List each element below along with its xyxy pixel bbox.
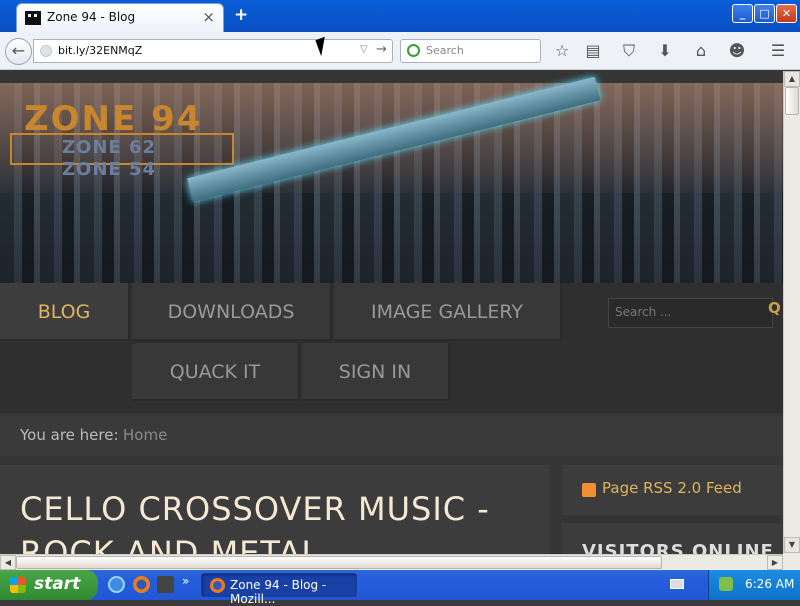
globe-icon <box>40 45 52 57</box>
web-page: ZONE 94 ZONE 62 ZONE 54 BLOG DOWNLOADS I… <box>0 71 783 554</box>
menu-item-quack-it[interactable]: QUACK IT <box>132 343 300 401</box>
home-icon[interactable]: ⌂ <box>689 39 713 63</box>
address-bar[interactable]: bit.ly/32ENMqZ ▽ → <box>33 39 393 63</box>
logo-subtitle-2: ZONE 54 <box>62 159 157 180</box>
back-button[interactable]: ← <box>5 38 32 65</box>
scroll-right-icon[interactable]: ▶ <box>767 555 783 570</box>
main-menu: BLOG DOWNLOADS IMAGE GALLERY QUACK IT SI… <box>0 283 783 413</box>
url-text[interactable]: bit.ly/32ENMqZ <box>58 44 142 57</box>
pocket-icon[interactable]: ⛉ <box>617 39 641 63</box>
new-tab-button[interactable]: + <box>234 5 248 25</box>
horizontal-scrollbar[interactable]: ◀ ▶ <box>0 554 783 570</box>
scrollbar-corner <box>783 554 800 570</box>
scroll-left-icon[interactable]: ◀ <box>0 555 16 570</box>
minimize-button[interactable]: _ <box>732 4 753 23</box>
tray-app-icon[interactable] <box>719 577 733 591</box>
menu-item-downloads[interactable]: DOWNLOADS <box>132 283 332 341</box>
navigation-toolbar: ← bit.ly/32ENMqZ ▽ → Search ☆ ▤ ⛉ ⬇ ⌂ ☻ … <box>0 32 800 70</box>
tab-title: Zone 94 - Blog <box>47 10 136 24</box>
firefox-icon <box>210 578 225 593</box>
scroll-up-icon[interactable]: ▲ <box>784 71 800 87</box>
media-player-icon[interactable] <box>157 576 174 593</box>
breadcrumb-label: You are here: <box>20 426 119 444</box>
article-title[interactable]: CELLO CROSSOVER MUSIC - ROCK AND METAL <box>20 487 540 554</box>
horizontal-scroll-thumb[interactable] <box>16 556 662 569</box>
tab-close-icon[interactable]: × <box>202 8 215 26</box>
scroll-down-icon[interactable]: ▼ <box>784 537 800 553</box>
taskbar-button-label: Zone 94 - Blog - Mozill... <box>230 578 327 606</box>
start-label: start <box>34 574 81 594</box>
sidebar-rss-panel: Page RSS 2.0 Feed <box>562 465 783 515</box>
article-panel: CELLO CROSSOVER MUSIC - ROCK AND METAL <box>0 465 550 554</box>
menu-item-image-gallery[interactable]: IMAGE GALLERY <box>334 283 562 341</box>
keyboard-icon[interactable] <box>670 579 684 589</box>
site-search-icon[interactable]: Q <box>768 299 781 317</box>
site-banner: ZONE 94 ZONE 62 ZONE 54 <box>0 76 783 283</box>
search-placeholder: Search <box>426 44 464 57</box>
menu-item-blog[interactable]: BLOG <box>0 283 130 341</box>
menu-item-sign-in[interactable]: SIGN IN <box>302 343 450 401</box>
menu-icon[interactable]: ☰ <box>766 39 790 63</box>
rss-icon <box>582 483 596 497</box>
hello-icon[interactable]: ☻ <box>725 39 749 63</box>
browser-search-input[interactable]: Search <box>400 39 541 63</box>
vertical-scroll-thumb[interactable] <box>785 87 799 115</box>
start-button[interactable]: start <box>0 570 98 600</box>
site-favicon-icon <box>25 11 41 25</box>
windows-taskbar: start » Zone 94 - Blog - Mozill... 6:26 … <box>0 570 800 606</box>
windows-logo-icon <box>10 577 26 593</box>
vertical-scrollbar[interactable]: ▲ ▼ <box>783 71 800 554</box>
breadcrumb-home-link[interactable]: Home <box>123 426 167 444</box>
downloads-icon[interactable]: ⬇ <box>653 39 677 63</box>
logo-subtitle-1: ZONE 62 <box>62 137 157 158</box>
bookmark-star-icon[interactable]: ☆ <box>550 39 574 63</box>
taskbar-button-firefox[interactable]: Zone 94 - Blog - Mozill... <box>201 573 357 606</box>
search-engine-icon[interactable] <box>407 44 420 57</box>
visitors-online-heading: VISITORS ONLINE <box>582 541 774 554</box>
maximize-button[interactable]: □ <box>754 4 775 23</box>
reading-list-icon[interactable]: ▤ <box>581 39 605 63</box>
sidebar-visitors-panel: VISITORS ONLINE <box>562 523 783 554</box>
history-dropdown-icon[interactable]: ▽ <box>360 44 368 55</box>
breadcrumb: You are here: Home <box>0 416 783 456</box>
go-arrow-icon[interactable]: → <box>376 42 387 57</box>
rss-feed-link[interactable]: Page RSS 2.0 Feed <box>602 479 742 497</box>
system-tray: 6:26 AM <box>708 570 800 600</box>
firefox-quicklaunch-icon[interactable] <box>133 576 150 593</box>
site-search-input[interactable]: Search ... <box>608 298 773 328</box>
site-search-placeholder: Search ... <box>615 305 672 319</box>
close-window-button[interactable]: ✕ <box>776 4 797 23</box>
quicklaunch-more-icon[interactable]: » <box>182 574 189 588</box>
clock[interactable]: 6:26 AM <box>745 577 794 591</box>
window-titlebar: Zone 94 - Blog × + _ □ ✕ <box>0 0 800 32</box>
tab-zone94-blog[interactable]: Zone 94 - Blog × <box>16 3 224 32</box>
internet-explorer-icon[interactable] <box>108 576 125 593</box>
site-logo[interactable]: ZONE 94 <box>24 99 202 139</box>
